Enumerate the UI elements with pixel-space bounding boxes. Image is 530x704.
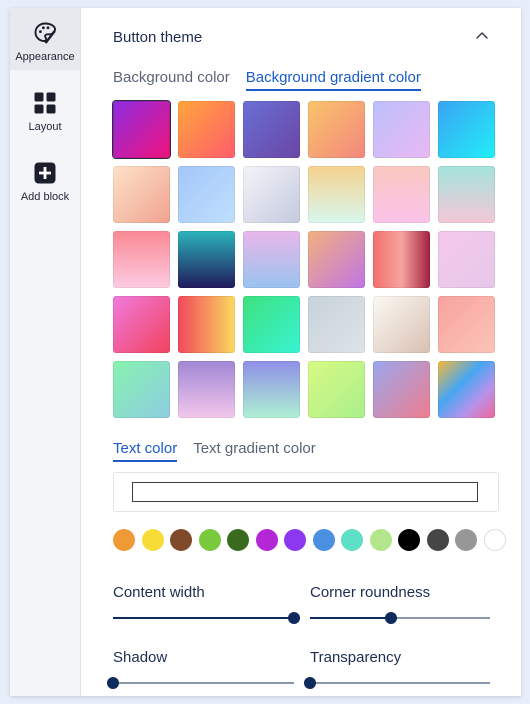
- gradient-swatch[interactable]: [243, 166, 300, 223]
- slider-track[interactable]: [107, 677, 294, 689]
- gradient-swatch[interactable]: [178, 166, 235, 223]
- color-swatch[interactable]: [284, 529, 306, 551]
- background-tabs: Background color Background gradient col…: [113, 69, 421, 91]
- gradient-swatch[interactable]: [308, 101, 365, 158]
- gradient-swatch[interactable]: [178, 361, 235, 418]
- slider-fill: [113, 617, 294, 619]
- slider-track[interactable]: [304, 677, 490, 689]
- gradient-swatch[interactable]: [373, 361, 430, 418]
- palette-icon: [32, 20, 58, 46]
- gradient-swatch[interactable]: [438, 231, 495, 288]
- slider-rest: [391, 617, 490, 619]
- chevron-up-icon[interactable]: [474, 29, 490, 43]
- sidebar-item-add-block[interactable]: Add block: [10, 148, 80, 210]
- text-color-field: [113, 472, 499, 512]
- sidebar-item-appearance[interactable]: Appearance: [10, 8, 80, 70]
- gradient-swatch[interactable]: [113, 101, 170, 158]
- slider-track[interactable]: [113, 612, 300, 624]
- slider-label: Transparency: [310, 649, 402, 666]
- gradient-swatch[interactable]: [113, 296, 170, 353]
- text-color-palette: [113, 529, 506, 551]
- slider-thumb[interactable]: [288, 612, 300, 624]
- gradient-swatch[interactable]: [438, 361, 495, 418]
- gradient-swatch-grid: [113, 101, 495, 418]
- settings-window: Appearance Layout Add block Button theme…: [10, 8, 521, 696]
- sidebar-item-layout[interactable]: Layout: [10, 78, 80, 140]
- gradient-swatch[interactable]: [243, 296, 300, 353]
- tab-background-gradient-color[interactable]: Background gradient color: [245, 69, 421, 91]
- gradient-swatch[interactable]: [308, 166, 365, 223]
- gradient-swatch[interactable]: [113, 361, 170, 418]
- slider-fill: [310, 617, 391, 619]
- gradient-swatch[interactable]: [438, 166, 495, 223]
- tab-background-color[interactable]: Background color: [113, 69, 230, 91]
- section-title: Button theme: [113, 29, 203, 46]
- gradient-swatch[interactable]: [113, 166, 170, 223]
- sidebar: Appearance Layout Add block: [10, 8, 81, 696]
- gradient-swatch[interactable]: [373, 101, 430, 158]
- slider-label: Corner roundness: [310, 584, 431, 601]
- color-swatch[interactable]: [341, 529, 363, 551]
- gradient-swatch[interactable]: [243, 361, 300, 418]
- gradient-swatch[interactable]: [308, 296, 365, 353]
- color-swatch[interactable]: [426, 529, 449, 551]
- sidebar-item-label: Layout: [28, 121, 62, 133]
- color-swatch[interactable]: [455, 529, 477, 551]
- gradient-swatch[interactable]: [373, 296, 430, 353]
- slider-label: Shadow: [113, 649, 168, 666]
- color-swatch[interactable]: [227, 529, 249, 551]
- gradient-swatch[interactable]: [178, 231, 235, 288]
- color-swatch[interactable]: [369, 529, 392, 551]
- slider-thumb[interactable]: [304, 677, 316, 689]
- gradient-swatch[interactable]: [308, 361, 365, 418]
- gradient-swatch[interactable]: [243, 101, 300, 158]
- grid-icon: [32, 90, 58, 116]
- sidebar-item-label: Appearance: [15, 51, 75, 63]
- button-theme-panel: Button theme Background color Background…: [97, 10, 521, 696]
- gradient-swatch[interactable]: [373, 166, 430, 223]
- color-swatch[interactable]: [483, 529, 506, 551]
- color-swatch[interactable]: [312, 529, 335, 551]
- color-swatch[interactable]: [255, 529, 278, 551]
- color-swatch[interactable]: [141, 529, 164, 551]
- slider-label: Content width: [113, 584, 205, 601]
- color-swatch[interactable]: [398, 529, 420, 551]
- slider-thumb[interactable]: [107, 677, 119, 689]
- slider-rest: [113, 682, 294, 684]
- color-swatch[interactable]: [113, 529, 135, 551]
- slider-thumb[interactable]: [385, 612, 397, 624]
- slider-track[interactable]: [310, 612, 490, 624]
- gradient-swatch[interactable]: [438, 101, 495, 158]
- tab-text-gradient-color[interactable]: Text gradient color: [193, 440, 316, 462]
- sidebar-item-label: Add block: [20, 191, 70, 203]
- text-color-input[interactable]: [132, 482, 478, 502]
- gradient-swatch[interactable]: [113, 231, 170, 288]
- gradient-swatch[interactable]: [373, 231, 430, 288]
- tab-text-color[interactable]: Text color: [113, 440, 178, 462]
- plus-square-icon: [32, 160, 58, 186]
- gradient-swatch[interactable]: [308, 231, 365, 288]
- gradient-swatch[interactable]: [178, 296, 235, 353]
- gradient-swatch[interactable]: [438, 296, 495, 353]
- slider-rest: [310, 682, 490, 684]
- color-swatch[interactable]: [198, 529, 221, 551]
- color-swatch[interactable]: [170, 529, 192, 551]
- gradient-swatch[interactable]: [178, 101, 235, 158]
- text-tabs: Text color Text gradient color: [113, 440, 316, 462]
- gradient-swatch[interactable]: [243, 231, 300, 288]
